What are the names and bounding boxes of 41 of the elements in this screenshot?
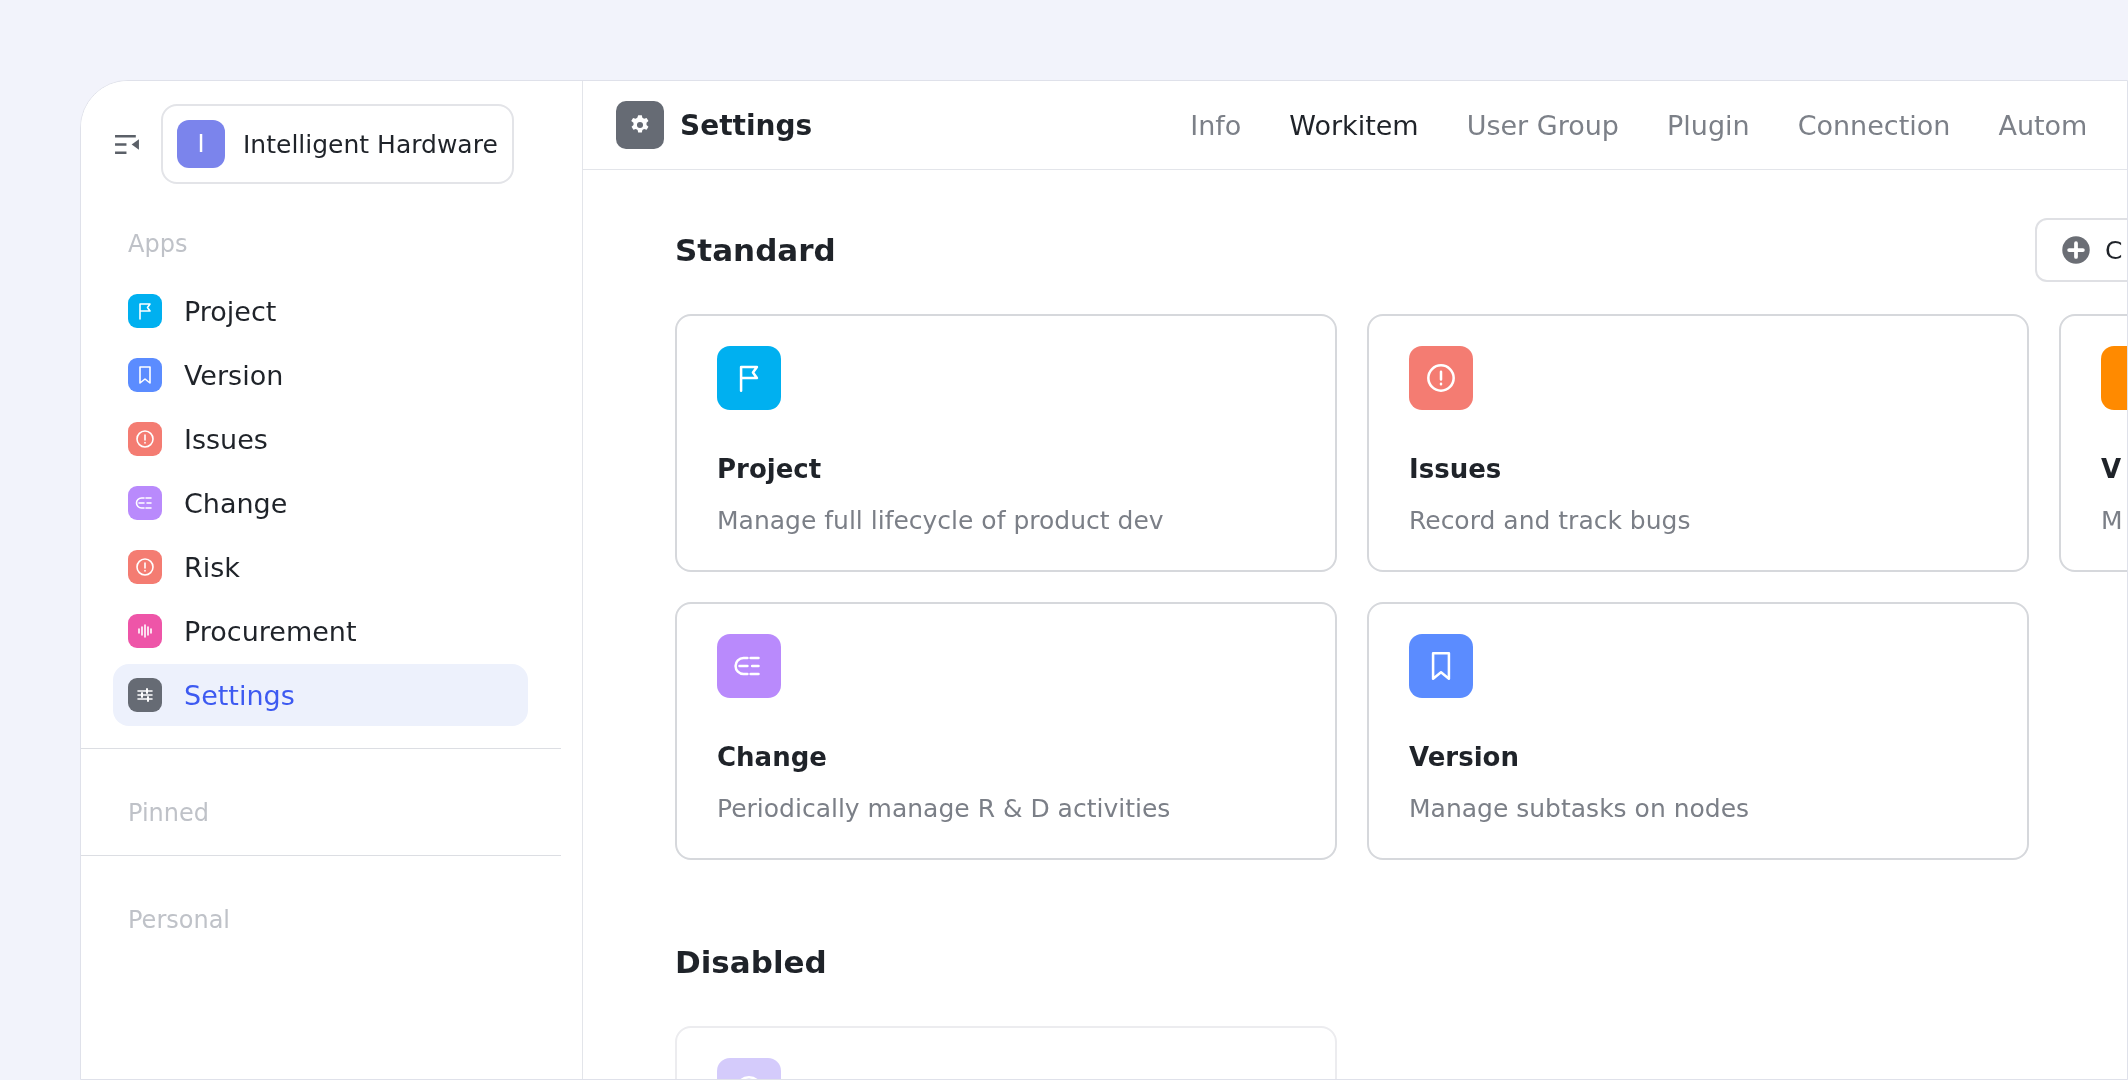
card-title: Version (1409, 742, 1520, 772)
plus-icon (2061, 235, 2091, 265)
card-description: Periodically manage R & D activities (717, 794, 1172, 823)
card-description: Manage full lifecycle of product dev (717, 506, 1165, 535)
settings-icon (616, 101, 664, 149)
card-title: Project (717, 454, 823, 484)
create-button[interactable]: C (2035, 218, 2127, 282)
sidebar-item[interactable]: Project (113, 280, 528, 342)
tab[interactable]: Connection (1791, 101, 1957, 149)
sidebar-item[interactable]: Change (113, 472, 528, 534)
tab[interactable]: Info (1184, 101, 1248, 149)
card-title: Issues (1409, 454, 1503, 484)
card-description: Manage subtasks on nodes (1409, 794, 1751, 823)
card-title: Change (717, 742, 828, 772)
workitem-card[interactable]: Issues Record and track bugs (1367, 314, 2029, 572)
section-heading: Disabled (675, 944, 827, 980)
card-title: V (2101, 454, 2123, 484)
tab[interactable]: Autom (1992, 101, 2094, 149)
section-heading: Standard (675, 232, 836, 268)
section-label: Apps (128, 230, 189, 258)
workitem-card[interactable]: Project Manage full lifecycle of product dev (675, 314, 1337, 572)
section-label: Personal (128, 906, 232, 934)
sidebar-item[interactable]: Settings (113, 664, 528, 726)
sidebar-item[interactable]: Issues (113, 408, 528, 470)
sidebar-item[interactable]: Procurement (113, 600, 528, 662)
workitem-card[interactable]: Version Manage subtasks on nodes (1367, 602, 2029, 860)
card-description: Record and track bugs (1409, 506, 1692, 535)
tab[interactable]: Workitem (1283, 101, 1425, 149)
collapse-sidebar-icon[interactable] (114, 133, 141, 155)
sidebar-item[interactable]: Risk (113, 536, 528, 598)
sidebar-item[interactable]: Version (113, 344, 528, 406)
section-label: Pinned (128, 799, 211, 827)
page-title: Settings (680, 108, 813, 142)
workitem-card[interactable]: Change Periodically manage R & D activities (675, 602, 1337, 860)
workitem-card[interactable]: V M (2059, 314, 2127, 572)
card-description: M (2101, 506, 2124, 535)
workspace-name: Intelligent Hardware (243, 129, 498, 159)
tab[interactable]: User Group (1460, 101, 1625, 149)
workspace-avatar: I (177, 120, 225, 168)
workspace-switcher[interactable]: I Intelligent Hardware (161, 104, 514, 184)
tab[interactable]: Plugin (1661, 101, 1756, 149)
